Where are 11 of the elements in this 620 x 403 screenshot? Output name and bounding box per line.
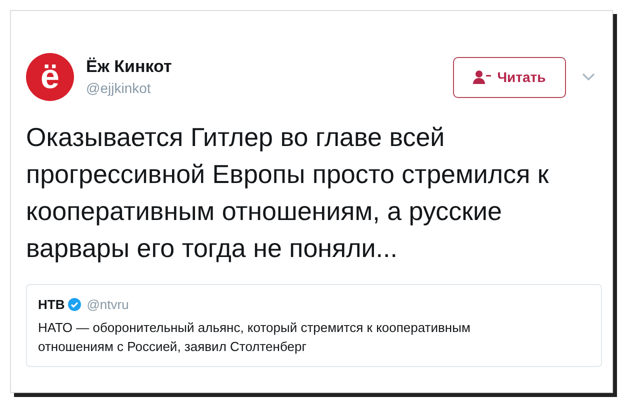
quoted-tweet-text: НАТО — оборонительный альянс, который стремится к кооперативным отношениям с Россией, заявил Столтенберг	[38, 318, 472, 356]
quoted-author-name: НТВ	[38, 296, 65, 314]
avatar: ё	[26, 53, 74, 101]
quoted-tweet[interactable]: НТВ @ntvru НАТО — оборонительный альянс, который стремится к кооперативным отношениям с Россией, заявил Столтенберг	[26, 284, 602, 366]
follow-button[interactable]: Читать	[453, 56, 566, 98]
tweet-text: Оказывается Гитлер во главе всей прогрессивной Европы просто стремился к кооперативным отношениям, а русские варвары его тогда не поняли...	[26, 121, 550, 265]
author-handle: @ejjkinkot	[86, 79, 152, 98]
author-name: Ёж Кинкот	[86, 56, 172, 78]
add-user-icon	[473, 70, 492, 84]
chevron-down-icon	[582, 73, 595, 81]
quoted-author-handle: @ntvru	[86, 296, 129, 314]
